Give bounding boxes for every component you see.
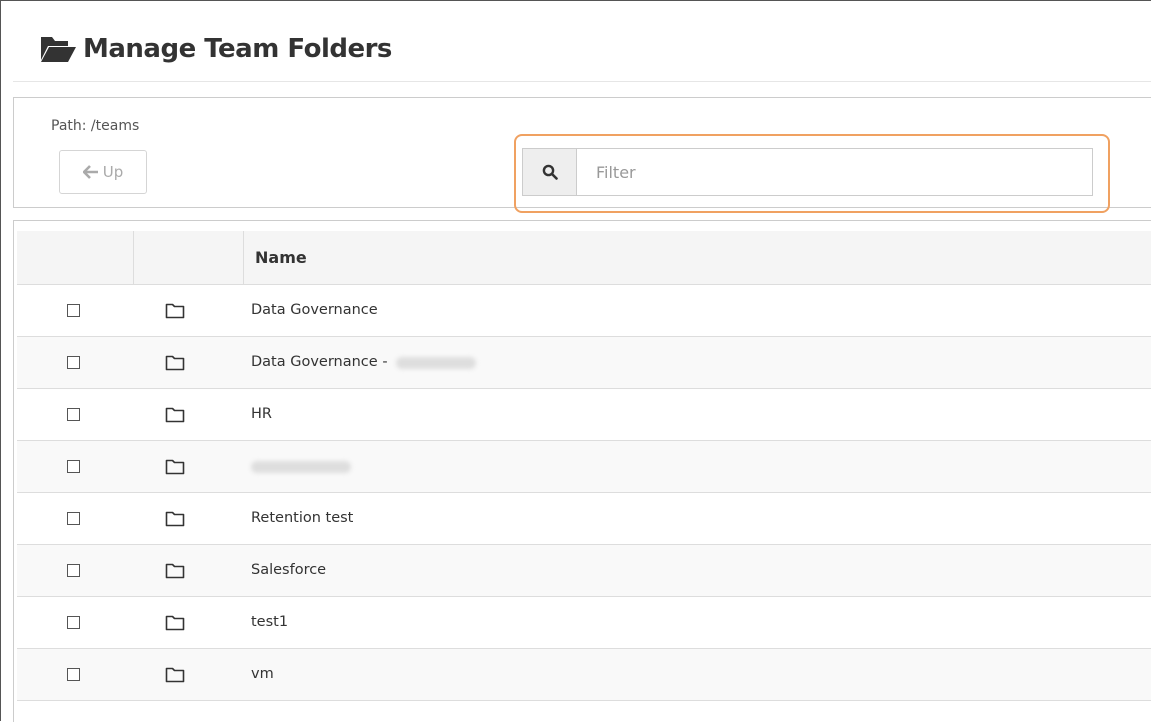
- row-checkbox[interactable]: [67, 616, 80, 629]
- folder-icon: [165, 303, 185, 319]
- table-row[interactable]: test1: [17, 597, 1151, 649]
- folder-icon: [165, 355, 185, 371]
- row-checkbox[interactable]: [67, 408, 80, 421]
- folder-icon: [165, 459, 185, 475]
- row-checkbox[interactable]: [67, 668, 80, 681]
- folder-name[interactable]: test1: [251, 597, 288, 648]
- folder-icon: [165, 667, 185, 683]
- row-checkbox[interactable]: [67, 356, 80, 369]
- redacted-text: [251, 461, 351, 473]
- folder-name[interactable]: HR: [251, 389, 272, 440]
- folder-icon: [165, 563, 185, 579]
- table-row[interactable]: HR: [17, 389, 1151, 441]
- folder-name[interactable]: Retention test: [251, 493, 353, 544]
- folder-open-icon: [41, 37, 76, 62]
- filter-group: [522, 148, 1093, 196]
- table-header-row: Name: [17, 231, 1151, 285]
- table-row[interactable]: Data Governance: [17, 285, 1151, 337]
- folder-name[interactable]: Salesforce: [251, 545, 326, 596]
- column-divider: [243, 231, 244, 284]
- page-header: Manage Team Folders: [39, 27, 392, 71]
- filter-input[interactable]: [577, 149, 1092, 195]
- up-button-label: Up: [102, 163, 124, 181]
- folder-name[interactable]: vm: [251, 649, 274, 700]
- page-frame: Manage Team Folders Path: /teams Up Name…: [0, 0, 1151, 722]
- path-label: Path: /teams: [51, 118, 140, 134]
- folder-icon: [165, 615, 185, 631]
- row-checkbox[interactable]: [67, 564, 80, 577]
- search-icon: [542, 164, 558, 180]
- table-row[interactable]: [17, 441, 1151, 493]
- up-button[interactable]: Up: [59, 150, 147, 194]
- filter-addon: [523, 149, 577, 195]
- row-checkbox[interactable]: [67, 512, 80, 525]
- column-divider: [133, 231, 134, 284]
- column-header-name[interactable]: Name: [255, 231, 307, 284]
- table-row[interactable]: vm: [17, 649, 1151, 701]
- arrow-left-icon: [82, 165, 98, 179]
- folder-name[interactable]: Data Governance: [251, 285, 378, 336]
- table-row[interactable]: Salesforce: [17, 545, 1151, 597]
- redacted-text: [396, 357, 477, 369]
- folder-icon: [165, 407, 185, 423]
- page-title: Manage Team Folders: [83, 34, 392, 64]
- folder-icon: [165, 511, 185, 527]
- row-checkbox[interactable]: [67, 304, 80, 317]
- row-checkbox[interactable]: [67, 460, 80, 473]
- table-row[interactable]: Retention test: [17, 493, 1151, 545]
- folder-name[interactable]: Data Governance -: [251, 337, 392, 388]
- header-divider: [13, 81, 1151, 82]
- table-row[interactable]: Data Governance -: [17, 337, 1151, 389]
